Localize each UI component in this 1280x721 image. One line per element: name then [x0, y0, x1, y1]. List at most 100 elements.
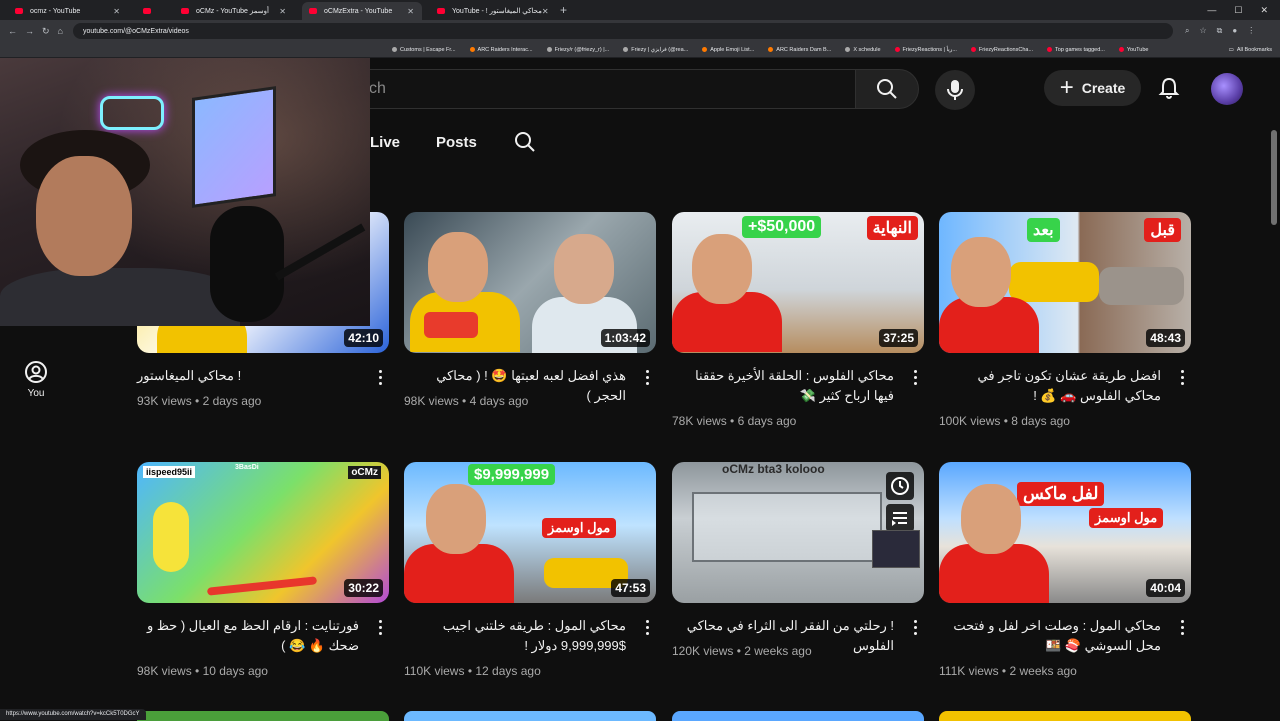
close-icon[interactable]: ✕: [113, 7, 120, 16]
new-tab-icon[interactable]: +: [560, 3, 567, 17]
x-icon: [845, 47, 851, 52]
voice-search-button[interactable]: [935, 70, 975, 110]
video-thumbnail[interactable]: +$50,000 النهاية 37:25: [672, 212, 924, 353]
notifications-bell-icon[interactable]: [1157, 76, 1181, 100]
more-options-icon[interactable]: [1181, 620, 1185, 636]
streamer-face: [36, 156, 132, 276]
more-options-icon[interactable]: [1181, 370, 1185, 386]
video-title[interactable]: محاكي المول : وصلت اخر لفل و فتحت محل ال…: [939, 616, 1161, 656]
browser-tab-bar: ocmz - YouTube ✕ oCMz - YouTube أوسمز ✕ oC…: [0, 0, 1280, 20]
browser-tab[interactable]: ocmz - YouTube ✕: [8, 2, 128, 20]
zoom-icon[interactable]: ⌕: [1185, 26, 1189, 36]
url-field[interactable]: youtube.com/@oCMzExtra/videos: [72, 23, 1173, 39]
wrecked-car: [1099, 267, 1184, 305]
more-options-icon[interactable]: [646, 370, 650, 386]
bookmark-item[interactable]: YouTube: [1118, 47, 1149, 53]
forward-icon[interactable]: →: [25, 26, 34, 36]
yellow-car: [1009, 262, 1099, 302]
add-to-queue-icon[interactable]: [886, 504, 914, 532]
browser-tab[interactable]: oCMz - YouTube أوسمز ✕: [174, 2, 294, 20]
more-options-icon[interactable]: [914, 620, 918, 636]
bookmark-item[interactable]: ARC Raiders Interac...: [469, 47, 533, 53]
all-bookmarks[interactable]: ▭ All Bookmarks: [1229, 47, 1272, 53]
close-window-icon[interactable]: ✕: [1260, 5, 1268, 16]
tab-live[interactable]: Live: [370, 134, 400, 151]
bookmark-star-icon[interactable]: ☆: [1199, 26, 1206, 36]
close-icon[interactable]: ✕: [407, 7, 414, 16]
maximize-icon[interactable]: ☐: [1234, 5, 1242, 16]
bookmark-icon: [469, 47, 475, 52]
tiktok-icon: [546, 47, 552, 52]
video-title[interactable]: محاكي المول : طريقه خلتني اجيب $9,999,99…: [404, 616, 626, 656]
back-icon[interactable]: ←: [8, 26, 17, 36]
close-icon[interactable]: ✕: [279, 7, 286, 16]
link-status-bar: https://www.youtube.com/watch?v=kcCk5T0D…: [0, 709, 146, 720]
video-meta: 100K views • 8 days ago: [939, 414, 1070, 428]
search-icon: [877, 79, 897, 99]
sidebar-item-you[interactable]: You: [18, 360, 54, 399]
more-options-icon[interactable]: [379, 620, 383, 636]
bookmark-item[interactable]: FriezyReactions | ريأ...: [894, 47, 957, 53]
video-thumbnail[interactable]: $9,999,999 مول اوسمز 47:53: [404, 462, 656, 603]
browser-tab[interactable]: YouTube - ! محاكي الميغاستور ✕: [430, 2, 550, 20]
duration-badge: 37:25: [879, 329, 918, 347]
channel-search-icon[interactable]: [513, 130, 537, 154]
tiktok-icon: [623, 47, 629, 52]
video-thumbnail[interactable]: بعد قبل 48:43: [939, 212, 1191, 353]
duration-badge: 42:10: [344, 329, 383, 347]
folder-icon: ▭: [1228, 46, 1234, 53]
video-thumbnail[interactable]: لفل ماكس مول اوسمز 40:04: [939, 462, 1191, 603]
profile-icon[interactable]: ●: [1232, 26, 1237, 36]
more-options-icon[interactable]: [646, 620, 650, 636]
webcam-overlay: [0, 58, 370, 326]
bookmark-item[interactable]: Customs | Escape Fr...: [392, 47, 456, 53]
video-meta: 93K views • 2 days ago: [137, 394, 262, 408]
video-thumbnail[interactable]: 1:03:42: [404, 212, 656, 353]
browser-tab-active[interactable]: oCMzExtra - YouTube ✕: [302, 2, 422, 20]
video-thumbnail[interactable]: iispeed95ii 3BasDi oCMz 30:22: [137, 462, 389, 603]
browser-tab[interactable]: [136, 2, 166, 20]
video-thumbnail[interactable]: oCMz bta3 kolooo: [672, 462, 924, 603]
more-options-icon[interactable]: [379, 370, 383, 386]
duration-badge: 1:03:42: [600, 329, 650, 347]
duration-badge: 40:04: [1146, 579, 1185, 597]
user-circle-icon: [25, 361, 47, 383]
storefront: [692, 492, 882, 562]
youtube-favicon-icon: [894, 47, 900, 52]
video-title[interactable]: ! محاكي الميغاستور: [137, 366, 359, 386]
bookmark-item[interactable]: Friezy | فرايزي (@rea...: [623, 47, 688, 53]
bookmark-item[interactable]: Top games tagged...: [1047, 47, 1105, 53]
close-icon[interactable]: ✕: [542, 7, 549, 16]
video-title[interactable]: فورتنايت : ارقام الحظ مع العيال ( حظ و ض…: [137, 616, 359, 656]
search-input[interactable]: ch: [340, 69, 856, 109]
video-meta: 98K views • 4 days ago: [404, 394, 529, 408]
youtube-favicon-icon: [309, 8, 317, 14]
plus-icon: +: [1059, 74, 1074, 101]
bookmark-item[interactable]: FriezyReactionsCha...: [970, 47, 1033, 53]
watch-later-icon[interactable]: [886, 472, 914, 500]
account-avatar[interactable]: [1211, 73, 1243, 105]
menu-icon[interactable]: ⋮: [1247, 26, 1255, 36]
minimize-icon[interactable]: —: [1207, 5, 1216, 16]
tab-posts[interactable]: Posts: [436, 134, 477, 151]
bookmark-item[interactable]: ARC Raiders Dam B...: [768, 47, 831, 53]
address-bar-row: ← → ↻ ⌂ youtube.com/@oCMzExtra/videos ⌕ …: [0, 20, 1280, 42]
bookmark-item[interactable]: X schedule: [845, 47, 881, 53]
reload-icon[interactable]: ↻: [42, 26, 50, 37]
video-title[interactable]: افضل طريقة عشان تكون تاجر في محاكي الفلو…: [939, 366, 1161, 406]
bookmark-item[interactable]: Friezy/r (@friezy_r) |...: [546, 47, 609, 53]
page-scrollbar[interactable]: [1271, 130, 1277, 225]
bookmark-item[interactable]: Apple Emoji List...: [702, 47, 754, 53]
extensions-icon[interactable]: ⧉: [1217, 26, 1223, 36]
bookmarks-bar: Customs | Escape Fr... ARC Raiders Inter…: [0, 42, 1280, 58]
create-button[interactable]: + Create: [1044, 70, 1141, 106]
home-icon[interactable]: ⌂: [58, 26, 63, 36]
more-options-icon[interactable]: [914, 370, 918, 386]
search-button[interactable]: [855, 69, 919, 109]
studio-microphone: [210, 206, 284, 322]
youtube-favicon-icon: [181, 8, 189, 14]
streamer-body: [0, 268, 240, 326]
bookmark-icon: [392, 47, 397, 52]
toy-gun: [424, 312, 478, 338]
video-title[interactable]: محاكي الفلوس : الحلقة الأخيرة حققنا فيها…: [672, 366, 894, 406]
